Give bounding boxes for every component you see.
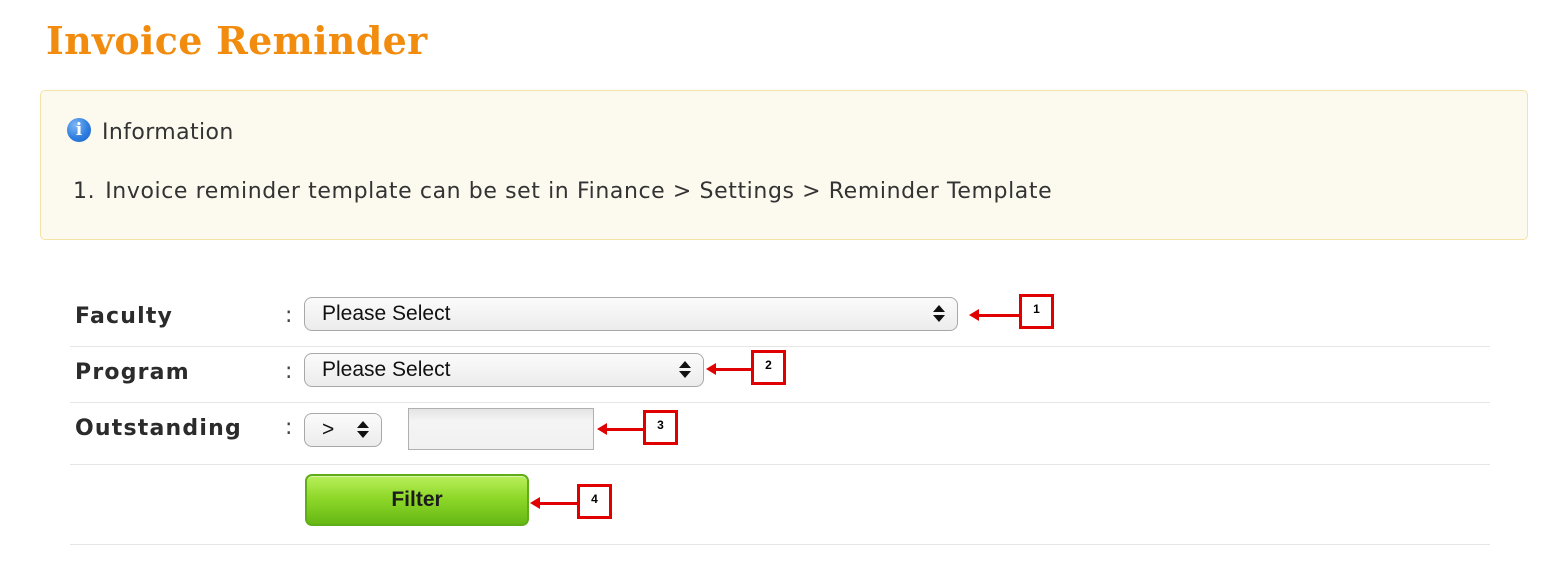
faculty-select-value: Please Select xyxy=(322,302,451,325)
select-arrows-icon xyxy=(357,419,369,441)
page-title: Invoice Reminder xyxy=(46,18,428,63)
info-icon: i xyxy=(67,118,91,142)
information-heading: Information xyxy=(102,120,234,145)
outstanding-colon: : xyxy=(285,415,293,440)
callout-arrow-icon xyxy=(597,423,644,435)
callout-arrow-icon xyxy=(530,497,578,509)
program-colon: : xyxy=(285,359,293,384)
callout-badge: 4 xyxy=(577,484,612,519)
information-panel: i Information 1. Invoice reminder templat… xyxy=(40,90,1528,240)
program-label: Program xyxy=(75,360,190,385)
outstanding-operator-select[interactable]: > xyxy=(304,413,382,447)
callout-badge: 3 xyxy=(643,410,678,445)
outstanding-label: Outstanding xyxy=(75,416,242,441)
list-item-number: 1. xyxy=(73,179,96,204)
row-divider xyxy=(70,464,1490,465)
callout-arrow-icon xyxy=(969,309,1020,321)
program-select-value: Please Select xyxy=(322,358,451,381)
select-arrows-icon xyxy=(933,303,945,325)
information-list: 1. Invoice reminder template can be set i… xyxy=(73,179,1052,204)
callout-badge: 2 xyxy=(751,350,786,385)
callout-arrow-icon xyxy=(706,363,753,375)
faculty-select[interactable]: Please Select xyxy=(304,297,958,331)
faculty-label: Faculty xyxy=(75,304,174,329)
select-arrows-icon xyxy=(679,359,691,381)
row-divider xyxy=(70,346,1490,347)
outstanding-amount-input[interactable] xyxy=(408,408,594,450)
faculty-colon: : xyxy=(285,303,293,328)
operator-select-value: > xyxy=(322,418,335,441)
callout-badge: 1 xyxy=(1019,294,1054,329)
row-divider xyxy=(70,402,1490,403)
list-item-text: Invoice reminder template can be set in … xyxy=(105,179,1053,204)
filter-button[interactable]: Filter xyxy=(305,474,529,526)
program-select[interactable]: Please Select xyxy=(304,353,704,387)
row-divider xyxy=(70,544,1490,545)
